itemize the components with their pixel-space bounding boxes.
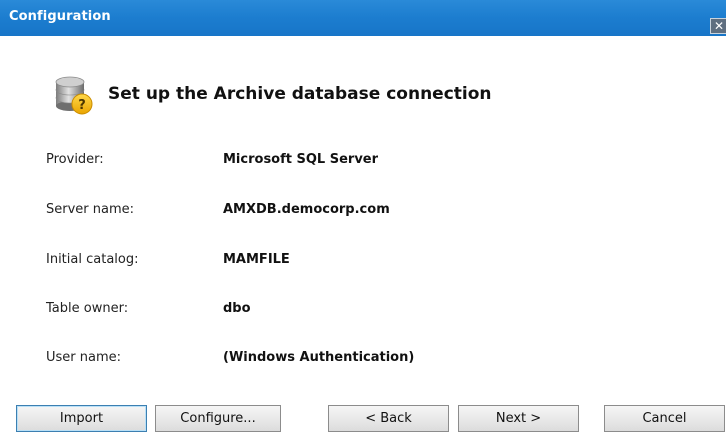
table-owner-label: Table owner:: [46, 301, 129, 316]
table-owner-value: dbo: [223, 301, 251, 316]
window-title: Configuration: [9, 9, 111, 24]
import-button[interactable]: Import: [16, 405, 147, 432]
configure-button[interactable]: Configure...: [155, 405, 281, 432]
next-button[interactable]: Next >: [458, 405, 579, 432]
user-name-value: (Windows Authentication): [223, 350, 415, 365]
server-name-label: Server name:: [46, 202, 135, 217]
database-question-icon: ?: [55, 76, 93, 115]
provider-value: Microsoft SQL Server: [223, 152, 379, 167]
user-name-label: User name:: [46, 350, 122, 365]
titlebar: Configuration ✕: [0, 0, 726, 36]
configuration-dialog: Configuration ✕ ? Set up the Archive dat…: [0, 0, 726, 446]
cancel-button[interactable]: Cancel: [604, 405, 725, 432]
initial-catalog-label: Initial catalog:: [46, 252, 139, 267]
close-button[interactable]: ✕: [710, 18, 726, 34]
back-button[interactable]: < Back: [328, 405, 449, 432]
initial-catalog-value: MAMFILE: [223, 252, 290, 267]
header-title: Set up the Archive database connection: [108, 84, 492, 104]
server-name-value: AMXDB.democorp.com: [223, 202, 390, 217]
svg-text:?: ?: [78, 98, 86, 113]
provider-label: Provider:: [46, 152, 104, 167]
close-icon: ✕: [714, 19, 725, 33]
